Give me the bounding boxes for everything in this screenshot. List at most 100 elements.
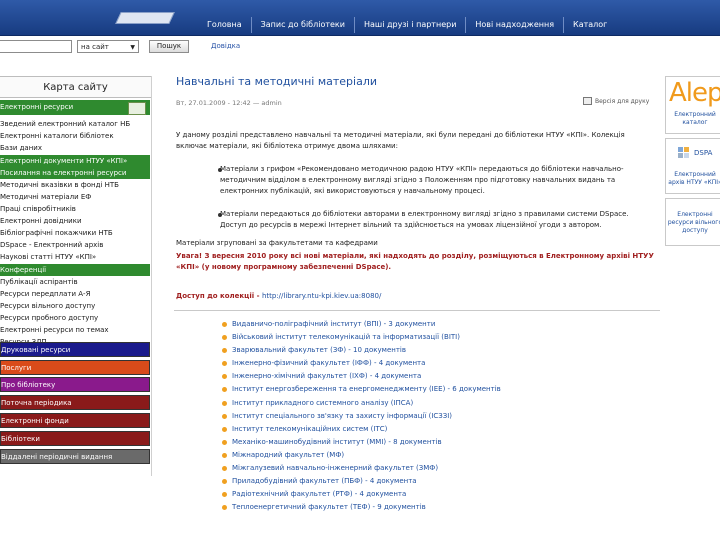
dspace-logo-text: DSPA <box>694 149 713 157</box>
search-row: на сайт ▼ Пошук Довідка <box>0 40 720 56</box>
sidebar-item[interactable]: Електронні документи НТУУ «КПІ» <box>0 155 150 167</box>
top-navigation-bar: Головна Запис до бібліотеки Наші друзі і… <box>0 0 720 36</box>
dspace-logo-square <box>684 153 689 158</box>
right-sidebar: Alep Електронний каталог DSPA Електронни… <box>665 76 720 476</box>
sidebar-item-funds[interactable]: Електронні фонди <box>0 413 150 428</box>
list-item-label: Механіко-машинобудівний інститут (ММІ) -… <box>232 437 442 446</box>
divider <box>174 310 660 311</box>
chevron-down-icon: ▼ <box>130 44 135 51</box>
list-item-label: Інститут спеціального зв'язку та захисту… <box>232 411 453 420</box>
list-item[interactable]: Приладобудівний факультет (ПБФ) - 4 доку… <box>222 475 501 488</box>
list-item-label: Інженерно-фізичний факультет (ІФФ) - 4 д… <box>232 359 426 368</box>
free-resources-caption: Електронні ресурси вільного доступу <box>667 211 720 234</box>
bullet-icon <box>222 348 227 354</box>
list-item-label: Видавничо-поліграфічний інститут (ВПІ) -… <box>232 320 436 328</box>
dspace-logo: DSPA <box>674 145 720 163</box>
bullet-paragraph-1: Матеріали з грифом «Рекомендовано методи… <box>220 165 624 195</box>
list-item-label: Теплоенергетичний факультет (ТЕФ) - 9 до… <box>232 503 426 512</box>
bullet-paragraph-2: Матеріали передаються до бібліотеки авто… <box>220 210 629 229</box>
collection-access: Доступ до колекції - http://library.ntu-… <box>176 292 381 300</box>
dspace-banner[interactable]: DSPA Електронний архів НТУУ «КПІ» <box>665 138 720 194</box>
sidebar-item-periodicals[interactable]: Поточна періодика <box>0 395 150 410</box>
list-item-label: Інститут телекомунікаційних систем (ІТС) <box>232 424 388 433</box>
site-map-sidebar: Карта сайту Електронні ресурси Зведений … <box>0 76 152 476</box>
nav-item-catalog[interactable]: Каталог <box>563 17 616 33</box>
list-item[interactable]: Інститут спеціального зв'язку та захисту… <box>222 410 501 423</box>
sidebar-item-electronic-resources[interactable]: Електронні ресурси <box>0 100 150 115</box>
sidebar-item[interactable]: Наукові статті НТУУ «КПІ» <box>0 251 150 263</box>
list-item-label: Інженерно-хімічний факультет (ІХФ) - 4 д… <box>232 372 422 381</box>
sidebar-item[interactable]: Конференції <box>0 264 150 276</box>
list-item[interactable]: Інститут енергозбереження та енергоменед… <box>222 383 501 396</box>
search-button[interactable]: Пошук <box>149 40 189 53</box>
list-item-label: Міжнародний факультет (МФ) <box>232 450 345 459</box>
sidebar-item-print-resources[interactable]: Друковані ресурси <box>0 342 150 357</box>
list-item[interactable]: Міжнародний факультет (МФ) <box>222 449 501 462</box>
sidebar-item-remote-periodicals[interactable]: Віддалені періодичні видання <box>0 449 150 464</box>
nav-item-registration[interactable]: Запис до бібліотеки <box>250 17 354 33</box>
list-item[interactable]: Інженерно-хімічний факультет (ІХФ) - 4 д… <box>222 370 501 383</box>
dspace-logo-square <box>678 153 683 158</box>
sidebar-item-libraries[interactable]: Бібліотеки <box>0 431 150 446</box>
intro-paragraph: У даному розділі представлено навчальні … <box>176 131 625 150</box>
dspace-logo-square <box>678 147 683 152</box>
bullet-icon <box>222 505 227 511</box>
search-scope-select[interactable]: на сайт ▼ <box>77 40 139 53</box>
post-meta: Вт, 27.01.2009 - 12:42 — admin <box>176 99 282 107</box>
bullet-icon <box>222 479 227 485</box>
search-input[interactable] <box>0 40 72 53</box>
main-content: Навчальні та методичні матеріали Вт, 27.… <box>174 70 662 540</box>
access-label: Доступ до колекції - <box>176 292 260 300</box>
page-title: Навчальні та методичні матеріали <box>176 75 378 88</box>
nav-item-home[interactable]: Головна <box>198 17 251 33</box>
list-item[interactable]: Інститут прикладного системного аналізу … <box>222 397 501 410</box>
list-item[interactable]: Зварювальний факультет (ЗФ) - 10 докумен… <box>222 344 501 357</box>
bullet-icon <box>222 374 227 380</box>
notice-paragraph: Увага! З вересня 2010 року всі нові мате… <box>176 252 654 271</box>
list-item[interactable]: Військовий інститут телекомунікацій та і… <box>222 331 501 344</box>
list-item[interactable]: Радіотехнічний факультет (РТФ) - 4 докум… <box>222 488 501 501</box>
list-item[interactable]: Інститут телекомунікаційних систем (ІТС) <box>222 423 501 436</box>
main-nav: Головна Запис до бібліотеки Наші друзі і… <box>198 17 616 33</box>
help-link[interactable]: Довідка <box>211 42 240 50</box>
list-item-label: Військовий інститут телекомунікацій та і… <box>232 333 460 342</box>
site-logo[interactable] <box>115 12 175 24</box>
print-version-link[interactable]: Версія для друку <box>595 98 649 105</box>
aleph-logo: Alep <box>669 78 720 108</box>
bullet-icon <box>222 413 227 419</box>
sidebar-title: Карта сайту <box>0 76 151 98</box>
collection-access-link[interactable]: http://library.ntu-kpi.kiev.ua:8080/ <box>262 292 381 300</box>
sidebar-item-about[interactable]: Про бібліотеку <box>0 377 150 392</box>
bullet-icon <box>222 322 227 327</box>
nav-item-new-arrivals[interactable]: Нові надходження <box>465 17 563 33</box>
bullet-icon <box>222 335 227 341</box>
nav-item-partners[interactable]: Наші друзі і партнери <box>353 17 465 33</box>
bullet-icon <box>222 452 227 458</box>
dspace-caption: Електронний архів НТУУ «КПІ» <box>668 171 720 186</box>
bullet-icon <box>222 426 227 432</box>
sidebar-item[interactable]: Бази даних <box>0 142 150 154</box>
list-item[interactable]: Міжгалузевий навчально-інженерний факуль… <box>222 462 501 475</box>
list-item[interactable]: Теплоенергетичний факультет (ТЕФ) - 9 до… <box>222 501 501 514</box>
bullet-icon <box>222 361 227 367</box>
book-icon <box>128 102 146 115</box>
sidebar-item-label: Електронні ресурси <box>0 103 74 111</box>
sidebar-item[interactable]: Посилання на електронні ресурси <box>0 167 150 179</box>
list-item-label: Радіотехнічний факультет (РТФ) - 4 докум… <box>232 490 407 499</box>
list-item[interactable]: Видавничо-поліграфічний інститут (ВПІ) -… <box>222 318 501 331</box>
list-item[interactable]: Механіко-машинобудівний інститут (ММІ) -… <box>222 436 501 449</box>
list-item-label: Міжгалузевий навчально-інженерний факуль… <box>232 464 439 473</box>
sidebar-item-services[interactable]: Послуги <box>0 360 150 375</box>
aleph-caption: Електронний каталог <box>674 111 716 126</box>
search-scope-value: на сайт <box>81 43 109 51</box>
free-resources-banner[interactable]: Електронні ресурси вільного доступу <box>665 198 720 246</box>
collections-list: Видавничо-поліграфічний інститут (ВПІ) -… <box>222 318 501 514</box>
bullet-icon <box>222 400 227 406</box>
printer-icon[interactable] <box>583 97 592 105</box>
aleph-catalog-banner[interactable]: Alep Електронний каталог <box>665 76 720 134</box>
grouped-note: Матеріали згруповані за факультетами та … <box>176 239 378 247</box>
list-item-label: Приладобудівний факультет (ПБФ) - 4 доку… <box>232 477 417 486</box>
bullet-icon <box>222 492 227 498</box>
list-item[interactable]: Інженерно-фізичний факультет (ІФФ) - 4 д… <box>222 357 501 370</box>
list-item-label: Інститут прикладного системного аналізу … <box>232 398 414 407</box>
